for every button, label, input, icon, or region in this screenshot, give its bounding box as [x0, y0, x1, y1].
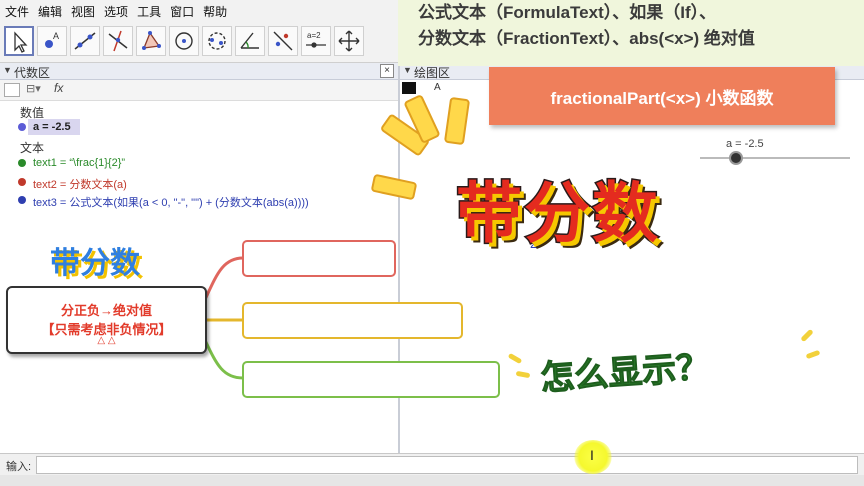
- ellipse-icon: [208, 32, 226, 50]
- small-title: 带分数: [49, 246, 141, 281]
- banner-line-1: 公式文本（FormulaText）、如果（If）、: [418, 3, 717, 22]
- move-view-tool[interactable]: [334, 26, 364, 56]
- reflect-line-icon: [273, 31, 293, 51]
- menu-help[interactable]: 帮助: [198, 0, 231, 20]
- reflect-tool[interactable]: [268, 26, 298, 56]
- slider-knob[interactable]: [729, 151, 743, 165]
- function-callout-text: fractionalPart(<x>) 小数函数: [550, 89, 774, 108]
- burst-ray: [370, 173, 418, 201]
- slider-tool[interactable]: a=2: [301, 26, 331, 56]
- menu-edit[interactable]: 编辑: [33, 0, 66, 20]
- visibility-dot[interactable]: [18, 178, 26, 186]
- menu-file[interactable]: 文件: [0, 0, 33, 20]
- note-box: 分正负→绝对值 【只需考虑非负情况】 △ △: [6, 286, 207, 354]
- move-arrows-icon: [338, 30, 360, 52]
- algebra-style-bar: ⊟▾ fx: [0, 80, 398, 101]
- tree-dropdown-icon[interactable]: ⊟▾: [26, 82, 41, 95]
- algebra-item-text1[interactable]: text1 = “\frac{1}{2}”: [33, 157, 125, 169]
- algebra-item-text3[interactable]: text3 = 公式文本(如果(a < 0, "-", "") + (分数文本(…: [33, 194, 309, 210]
- sort-icon[interactable]: [4, 83, 20, 97]
- slider-track[interactable]: [700, 157, 850, 159]
- slider-a2-icon: a=2: [306, 31, 326, 48]
- fx-input-toggle[interactable]: fx: [54, 81, 63, 95]
- algebra-item-a[interactable]: a = -2.5: [33, 121, 71, 133]
- text-style-icon[interactable]: A: [434, 82, 441, 93]
- bottom-strip: [0, 475, 864, 486]
- note-marks: △ △: [97, 335, 116, 346]
- polygon-icon: [142, 31, 161, 50]
- close-icon[interactable]: ×: [380, 64, 394, 78]
- top-banner: 公式文本（FormulaText）、如果（If）、 分数文本（FractionT…: [398, 0, 864, 66]
- arrow-cursor-icon: [14, 31, 28, 53]
- big-title: 带分数: [455, 175, 660, 252]
- burst-ray: [443, 96, 471, 146]
- line-through-points-icon: [74, 32, 96, 50]
- menu-view[interactable]: 视图: [66, 0, 99, 20]
- perpendicular-line-icon: [108, 30, 128, 52]
- sparkle-mark: [805, 349, 821, 360]
- algebra-item-text2[interactable]: text2 = 分数文本(a): [33, 176, 127, 192]
- visibility-dot[interactable]: [18, 159, 26, 167]
- visibility-dot[interactable]: [18, 196, 26, 204]
- section-label-text: 文本: [20, 141, 45, 155]
- algebra-panel-title: 代数区: [14, 66, 51, 80]
- point-tool[interactable]: A: [37, 26, 67, 56]
- collapse-arrow-icon[interactable]: ▼: [403, 65, 412, 75]
- note-line-1: 分正负→绝对值: [60, 303, 152, 318]
- svg-text:a=2: a=2: [307, 31, 321, 40]
- menu-options[interactable]: 选项: [99, 0, 132, 20]
- sparkle-mark: [507, 352, 523, 365]
- question-text: 怎么显示？: [539, 348, 712, 399]
- menu-window[interactable]: 窗口: [165, 0, 198, 20]
- mindmap-box-1: [242, 240, 396, 277]
- line-tool[interactable]: [70, 26, 100, 56]
- collapse-arrow-icon[interactable]: ▼: [3, 65, 12, 75]
- circle-tool[interactable]: [169, 26, 199, 56]
- mindmap-box-3: [242, 361, 500, 398]
- move-tool[interactable]: [4, 26, 34, 56]
- sparkle-mark: [515, 370, 531, 379]
- circle-center-point-icon: [175, 32, 193, 50]
- input-field[interactable]: [36, 456, 858, 474]
- function-callout: fractionalPart(<x>) 小数函数: [489, 67, 835, 125]
- visibility-dot[interactable]: [18, 123, 26, 131]
- toolbar: A a=2: [0, 20, 400, 63]
- mindmap-box-2: [242, 302, 463, 339]
- svg-text:A: A: [53, 31, 59, 41]
- angle-tool[interactable]: [235, 26, 265, 56]
- graphics-panel-title: 绘图区: [414, 66, 451, 80]
- slider-label: a = -2.5: [726, 138, 764, 150]
- polygon-tool[interactable]: [136, 26, 166, 56]
- point-icon: A: [45, 31, 59, 48]
- perpendicular-tool[interactable]: [103, 26, 133, 56]
- color-swatch-icon[interactable]: [402, 82, 416, 94]
- text-cursor-icon: I: [590, 447, 594, 463]
- sparkle-mark: [800, 328, 814, 343]
- angle-icon: [240, 32, 259, 49]
- algebra-panel-header: ▼ 代数区 ×: [0, 63, 398, 80]
- ellipse-tool[interactable]: [202, 26, 232, 56]
- banner-line-2: 分数文本（FractionText）、abs(<x>) 绝对值: [418, 29, 755, 48]
- input-label: 输入:: [6, 461, 32, 473]
- menu-tools[interactable]: 工具: [132, 0, 165, 20]
